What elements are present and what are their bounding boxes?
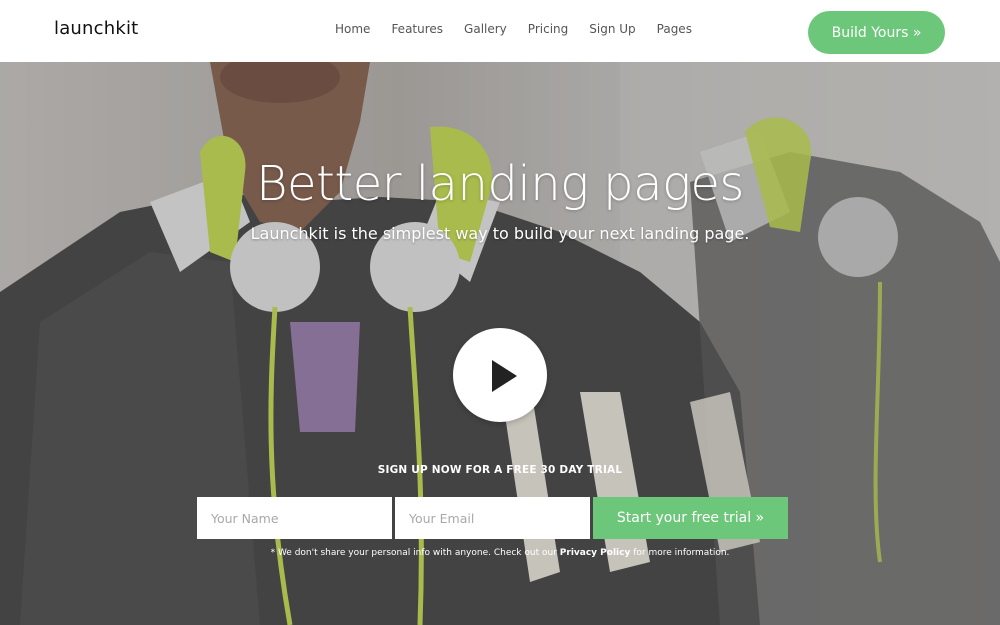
logo[interactable]: launchkit: [54, 18, 138, 39]
email-field[interactable]: [395, 497, 590, 539]
top-navbar: launchkit Home Features Gallery Pricing …: [0, 0, 1000, 62]
nav-item-pages[interactable]: Pages: [657, 22, 692, 36]
privacy-policy-link[interactable]: Privacy Policy: [560, 548, 631, 558]
nav-item-home[interactable]: Home: [335, 22, 370, 36]
nav-item-gallery[interactable]: Gallery: [464, 22, 507, 36]
hero-title: Better landing pages: [256, 156, 744, 212]
nav-item-features[interactable]: Features: [391, 22, 443, 36]
build-yours-button[interactable]: Build Yours »: [808, 11, 945, 54]
name-field[interactable]: [197, 497, 392, 539]
privacy-text-prefix: * We don't share your personal info with…: [270, 548, 557, 558]
hero-subtitle: Launchkit is the simplest way to build y…: [250, 224, 750, 243]
nav-item-sign-up[interactable]: Sign Up: [589, 22, 635, 36]
main-nav: Home Features Gallery Pricing Sign Up Pa…: [335, 22, 692, 36]
nav-item-pricing[interactable]: Pricing: [528, 22, 568, 36]
signup-label: SIGN UP NOW FOR A FREE 30 DAY TRIAL: [377, 464, 623, 476]
privacy-text-suffix: for more information.: [633, 548, 730, 558]
play-icon: [492, 360, 517, 392]
privacy-note: * We don't share your personal info with…: [0, 548, 1000, 558]
start-free-trial-button[interactable]: Start your free trial »: [593, 497, 788, 539]
